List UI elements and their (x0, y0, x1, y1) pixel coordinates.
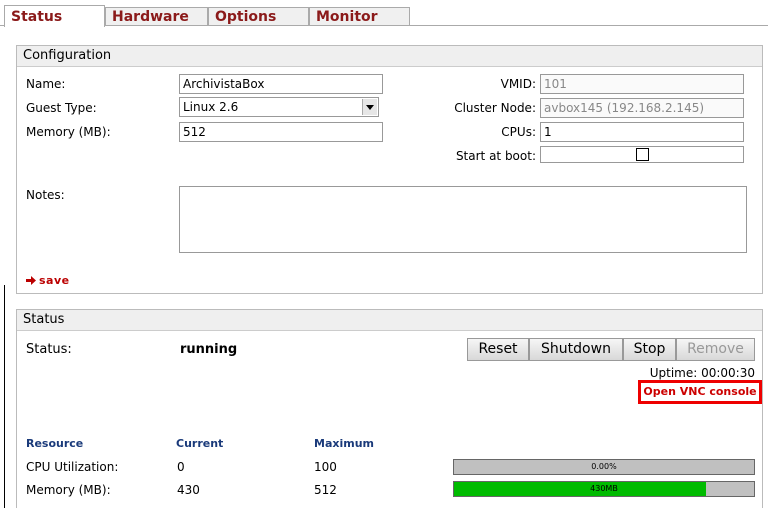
resource-header: Resource (26, 437, 84, 450)
memory-maximum-value: 512 (314, 483, 337, 497)
name-input[interactable]: ArchivistaBox (179, 74, 383, 94)
vmid-label: VMID: (500, 77, 536, 91)
start-at-boot-checkbox[interactable] (636, 148, 649, 161)
tab-hardware[interactable]: Hardware (105, 7, 208, 25)
configuration-title: Configuration (17, 46, 762, 67)
stop-button[interactable]: Stop (623, 338, 676, 361)
cpu-usage-bar: 0.00% (453, 459, 755, 475)
current-header: Current (176, 437, 224, 450)
guest-type-value: Linux 2.6 (183, 100, 239, 114)
remove-button[interactable]: Remove (676, 338, 755, 361)
memory-label: Memory (MB): (26, 125, 111, 139)
notes-textarea[interactable] (179, 186, 747, 253)
memory-current-value: 430 (177, 483, 200, 497)
uptime-text: Uptime: 00:00:30 (649, 366, 755, 380)
cluster-node-field: avbox145 (192.168.2.145) (540, 98, 744, 118)
start-at-boot-field[interactable] (540, 146, 744, 163)
tab-bar: Status Hardware Options Monitor (0, 0, 768, 27)
reset-button[interactable]: Reset (467, 338, 529, 361)
memory-usage-text: 430MB (590, 484, 618, 493)
tab-monitor[interactable]: Monitor (309, 7, 410, 25)
cpu-usage-text: 0.00% (591, 462, 617, 471)
left-divider (4, 285, 5, 508)
cpus-label: CPUs: (501, 125, 536, 139)
save-button[interactable]: save (26, 274, 70, 287)
status-title: Status (17, 310, 762, 331)
save-label: save (39, 274, 70, 287)
open-vnc-console-link[interactable]: Open VNC console (638, 380, 762, 404)
maximum-header: Maximum (314, 437, 374, 450)
tab-options[interactable]: Options (208, 7, 309, 25)
status-value: running (180, 342, 238, 357)
memory-usage-bar: 430MB (453, 481, 755, 497)
guest-type-label: Guest Type: (26, 101, 97, 115)
start-at-boot-label: Start at boot: (455, 149, 536, 163)
cpu-maximum-value: 100 (314, 460, 337, 474)
notes-label: Notes: (26, 188, 65, 202)
cluster-node-label: Cluster Node: (454, 101, 536, 115)
status-label: Status: (26, 342, 72, 357)
guest-type-select[interactable]: Linux 2.6 (179, 97, 379, 117)
cpu-current-value: 0 (177, 460, 185, 474)
tab-divider (0, 25, 768, 26)
arrow-right-icon (26, 276, 36, 285)
name-label: Name: (26, 77, 66, 91)
memory-usage-label: Memory (MB): (26, 483, 111, 497)
chevron-down-icon[interactable] (362, 99, 377, 115)
memory-input[interactable]: 512 (179, 122, 383, 142)
shutdown-button[interactable]: Shutdown (529, 338, 623, 361)
vmid-field: 101 (540, 74, 744, 94)
cpus-input[interactable]: 1 (540, 122, 744, 142)
cpu-utilization-label: CPU Utilization: (26, 460, 119, 474)
tab-status[interactable]: Status (4, 5, 105, 27)
